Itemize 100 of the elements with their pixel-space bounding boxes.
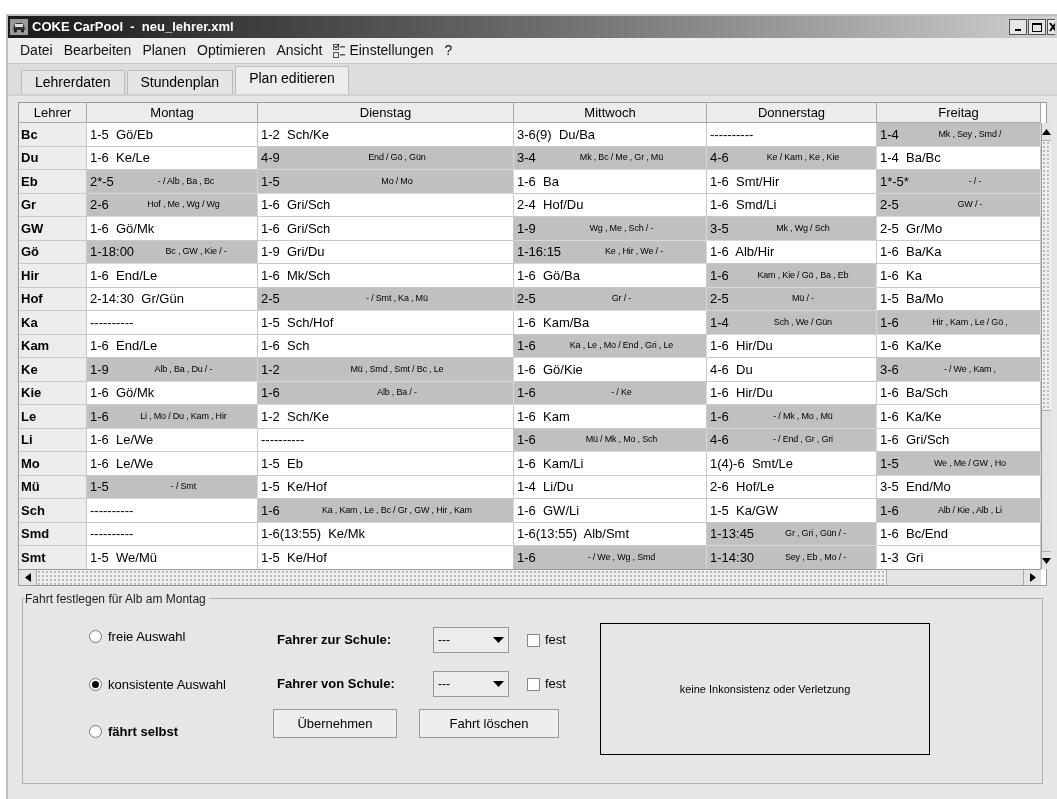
- table-cell[interactable]: 4-6 Ke / Kam , Ke , Kie: [707, 146, 877, 170]
- table-cell[interactable]: 1-6 Li , Mo / Du , Kam , Hir: [87, 405, 258, 429]
- table-cell[interactable]: 1-6 Hir/Du: [707, 381, 877, 405]
- table-cell[interactable]: 1-9 Wg , Me , Sch / -: [514, 217, 707, 241]
- menu-item[interactable]: Optimieren: [197, 40, 266, 61]
- menu-item[interactable]: ?: [444, 40, 453, 61]
- table-cell[interactable]: 1-6 Mk/Sch: [258, 264, 514, 288]
- radio-button[interactable]: [89, 677, 102, 691]
- table-cell[interactable]: 1-6 - / Ke: [514, 381, 707, 405]
- table-cell[interactable]: 1-4 Ba/Bc: [877, 146, 1041, 170]
- action-button[interactable]: Fahrt löschen: [419, 709, 559, 738]
- table-cell[interactable]: 1-6(13:55) Ke/Mk: [258, 522, 514, 546]
- table-cell[interactable]: 2-5 Mü / -: [707, 287, 877, 311]
- table-cell[interactable]: 1-4 Sch , We / Gün: [707, 311, 877, 335]
- table-cell[interactable]: 1-5 Ba/Mo: [877, 287, 1041, 311]
- maximize-button[interactable]: [1028, 19, 1046, 35]
- table-cell[interactable]: 2-5 Gr / -: [514, 287, 707, 311]
- menu-item[interactable]: Planen: [142, 40, 186, 61]
- checkbox[interactable]: [527, 677, 540, 691]
- menu-item[interactable]: Datei: [20, 40, 53, 61]
- radio-label[interactable]: freie Auswahl: [108, 627, 186, 647]
- table-cell[interactable]: 1-5 Mo / Mo: [258, 170, 514, 194]
- radio-button[interactable]: [89, 725, 102, 739]
- table-cell[interactable]: 1-6 End/Le: [87, 334, 258, 358]
- column-header[interactable]: Montag: [87, 103, 258, 123]
- table-cell[interactable]: 1-13:45 Gr , Gri , Gün / -: [707, 522, 877, 546]
- table-cell[interactable]: 1-16:15 Ke , Hir , We / -: [514, 240, 707, 264]
- table-cell[interactable]: 3-5 End/Mo: [877, 475, 1041, 499]
- table-cell[interactable]: 1-6 Ka/Ke: [877, 334, 1041, 358]
- tab[interactable]: Stundenplan: [126, 70, 234, 94]
- table-cell[interactable]: 4-6 - / End , Gr , Gri: [707, 428, 877, 452]
- table-cell[interactable]: ----------: [258, 428, 514, 452]
- table-cell[interactable]: 3-4 Mk , Bc / Me , Gr , Mü: [514, 146, 707, 170]
- table-cell[interactable]: 1-4 Li/Du: [514, 475, 707, 499]
- table-cell[interactable]: 1-5 Ke/Hof: [258, 546, 514, 569]
- table-cell[interactable]: 1-6 Kam: [514, 405, 707, 429]
- column-header[interactable]: Dienstag: [258, 103, 514, 123]
- table-cell[interactable]: 1-6 Gö/Ba: [514, 264, 707, 288]
- table-cell[interactable]: 1-6 Mü / Mk , Mo , Sch: [514, 428, 707, 452]
- table-cell[interactable]: 2-5 - / Smt , Ka , Mü: [258, 287, 514, 311]
- table-cell[interactable]: 1-6 Ba/Sch: [877, 381, 1041, 405]
- column-header[interactable]: Mittwoch: [514, 103, 707, 123]
- table-cell[interactable]: 1-2 Sch/Ke: [258, 123, 514, 147]
- table-cell[interactable]: 2-6 Hof , Me , Wg / Wg: [87, 193, 258, 217]
- table-cell[interactable]: 1-6 Smt/Hir: [707, 170, 877, 194]
- table-cell[interactable]: 1*-5* - / -: [877, 170, 1041, 194]
- table-cell[interactable]: 2-14:30 Gr/Gün: [87, 287, 258, 311]
- table-cell[interactable]: 3-6 - / We , Kam ,: [877, 358, 1041, 382]
- table-cell[interactable]: 1-6 Alb/Hir: [707, 240, 877, 264]
- table-cell[interactable]: 1-6 - / We , Wg , Smd: [514, 546, 707, 569]
- table-cell[interactable]: 1-6 End/Le: [87, 264, 258, 288]
- table-cell[interactable]: 1-6 Kam/Li: [514, 452, 707, 476]
- table-cell[interactable]: 1-5 Sch/Hof: [258, 311, 514, 335]
- table-cell[interactable]: 1-6 Ka: [877, 264, 1041, 288]
- table-cell[interactable]: 1-5 Eb: [258, 452, 514, 476]
- minimize-button[interactable]: [1009, 19, 1027, 35]
- table-cell[interactable]: 2-4 Hof/Du: [514, 193, 707, 217]
- table-cell[interactable]: 1-6 Ba: [514, 170, 707, 194]
- table-cell[interactable]: 1-6 Alb , Ba / -: [258, 381, 514, 405]
- vertical-scrollbar[interactable]: [1041, 123, 1051, 569]
- action-button[interactable]: Übernehmen: [273, 709, 397, 738]
- table-cell[interactable]: 1-4 Mk , Sey , Smd /: [877, 123, 1041, 147]
- table-cell[interactable]: 1-6 Kam , Kie / Gö , Ba , Eb: [707, 264, 877, 288]
- table-cell[interactable]: 1-6 GW/Li: [514, 499, 707, 523]
- horizontal-scrollbar[interactable]: [19, 569, 1041, 585]
- checkbox-label[interactable]: fest: [545, 630, 566, 650]
- table-cell[interactable]: 1-6 Gri/Sch: [258, 217, 514, 241]
- scroll-thumb[interactable]: [1042, 141, 1051, 411]
- column-header[interactable]: Lehrer: [19, 103, 87, 123]
- table-cell[interactable]: 4-9 End / Gö , Gün: [258, 146, 514, 170]
- table-cell[interactable]: 1-6 Ke/Le: [87, 146, 258, 170]
- table-cell[interactable]: 2-5 GW / -: [877, 193, 1041, 217]
- dropdown[interactable]: ---: [433, 627, 509, 653]
- radio-label[interactable]: fährt selbst: [108, 722, 179, 742]
- table-cell[interactable]: 1-5 - / Smt: [87, 475, 258, 499]
- table-cell[interactable]: 1-18:00 Bc , GW , Kie / -: [87, 240, 258, 264]
- table-cell[interactable]: 1-5 Gö/Eb: [87, 123, 258, 147]
- tab[interactable]: Lehrerdaten: [21, 70, 125, 94]
- table-cell[interactable]: 1-6 Sch: [258, 334, 514, 358]
- table-cell[interactable]: 2-5 Gr/Mo: [877, 217, 1041, 241]
- table-cell[interactable]: 1-5 We/Mü: [87, 546, 258, 569]
- table-cell[interactable]: 1-2 Sch/Ke: [258, 405, 514, 429]
- table-cell[interactable]: 1-6 Gö/Mk: [87, 217, 258, 241]
- menu-item[interactable]: Bearbeiten: [63, 40, 132, 61]
- dropdown[interactable]: ---: [433, 671, 509, 697]
- table-cell[interactable]: ----------: [87, 311, 258, 335]
- table-cell[interactable]: 1-6 Ka , Le , Mo / End , Gri , Le: [514, 334, 707, 358]
- table-cell[interactable]: 1-6 Gri/Sch: [877, 428, 1041, 452]
- checkbox-label[interactable]: fest: [545, 674, 566, 694]
- table-cell[interactable]: ----------: [707, 123, 877, 147]
- table-cell[interactable]: 1-6 Gö/Kie: [514, 358, 707, 382]
- table-cell[interactable]: 1-6 Le/We: [87, 452, 258, 476]
- table-cell[interactable]: 2-6 Hof/Le: [707, 475, 877, 499]
- menu-item[interactable]: Ansicht: [276, 40, 323, 61]
- table-cell[interactable]: 1-6(13:55) Alb/Smt: [514, 522, 707, 546]
- table-cell[interactable]: ----------: [87, 522, 258, 546]
- radio-label[interactable]: konsistente Auswahl: [108, 674, 226, 694]
- tab[interactable]: Plan editieren: [235, 66, 349, 94]
- menu-item[interactable]: Einstellungen: [333, 40, 434, 61]
- table-cell[interactable]: 1-2 Mü , Smd , Smt / Bc , Le: [258, 358, 514, 382]
